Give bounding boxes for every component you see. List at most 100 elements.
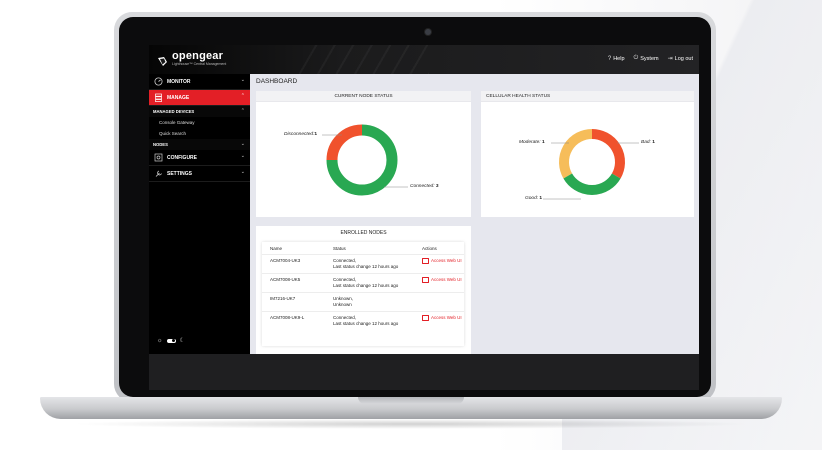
system-label: System: [640, 55, 659, 62]
server-icon: [153, 93, 163, 103]
monitor-icon: [422, 277, 429, 283]
enrolled-nodes-table-wrap: Name Status Actions ACM7004-UK3 Connecte…: [262, 242, 464, 346]
node-status-donut: [322, 124, 408, 196]
sidebar-link-quick-search[interactable]: Quick Search: [149, 128, 250, 139]
access-web-ui-link[interactable]: Access Web UI: [422, 277, 464, 283]
sun-icon: ☼: [157, 337, 163, 344]
node-status: Unknown, Unknown: [333, 296, 354, 307]
sidebar-item-label: MONITOR: [167, 78, 191, 85]
opengear-logo-icon: [157, 54, 168, 66]
top-bar: opengear Lighthouse™ Central Management …: [149, 45, 699, 74]
chevron-down-icon: ⌄: [240, 169, 245, 175]
screen-footer: [149, 354, 699, 390]
node-status: Connected, Last status change 12 hours ag…: [333, 258, 399, 269]
legend-bad: Bad: 1: [641, 140, 655, 145]
sidebar: MONITOR ⌄ MANAGE ⌃ MANAGED DEVICES ⌃ Con…: [149, 74, 250, 354]
chevron-up-icon: ⌃: [240, 108, 245, 114]
camera-icon: [425, 29, 431, 35]
help-label: Help: [613, 55, 625, 62]
section-label: MANAGED DEVICES: [153, 109, 195, 114]
logout-button[interactable]: ⇥ Log out: [667, 55, 693, 63]
donut-segment-good: [563, 173, 621, 195]
access-web-ui-link[interactable]: Access Web UI: [422, 258, 464, 264]
donut-group: [559, 129, 625, 195]
column-header-actions: Actions: [422, 245, 437, 251]
cellular-donut: [543, 129, 639, 200]
sidebar-item-manage[interactable]: MANAGE ⌃: [149, 90, 250, 106]
monitor-icon: [422, 258, 429, 264]
node-name: ACM7008-UK5: [270, 277, 301, 282]
chevron-up-icon: ⌃: [240, 93, 245, 99]
logo-text: opengear Lighthouse™ Central Management: [172, 51, 226, 67]
page-title: DASHBOARD: [256, 78, 298, 85]
node-name: ACM7004-UK3: [270, 258, 301, 263]
enrolled-nodes-card: ENROLLED NODES Name Status Actions ACM70…: [256, 226, 471, 354]
help-button[interactable]: ? Help: [608, 55, 625, 62]
donut-segment-bad: [591, 129, 625, 179]
cellular-health-card: CELLULAR HEALTH STATUS Moderate: 1 Bad: …: [481, 91, 694, 217]
donut-group: [326, 124, 398, 196]
chevron-down-icon: ⌄: [240, 141, 245, 147]
node-name: IM7216-UK7: [270, 296, 296, 301]
node-actions: Access Web UI: [414, 274, 464, 293]
node-status-card: CURRENT NODE STATUS Disconnected:1 Conne…: [256, 91, 471, 217]
table-row: ACM7004-UK3 Connected, Last status change…: [262, 254, 464, 274]
legend-moderate: Moderate: 1: [519, 140, 545, 145]
table-row: IM7216-UK7 Unknown, Unknown: [262, 292, 464, 312]
legend-connected: Connected: 3: [410, 184, 439, 189]
enrolled-nodes-table: Name Status Actions ACM7004-UK3 Connecte…: [262, 242, 464, 331]
topbar-pattern: [299, 45, 429, 74]
main-content: DASHBOARD CURRENT NODE STATUS Disconnect…: [250, 74, 699, 354]
sidebar-item-label: MANAGE: [167, 94, 190, 101]
sidebar-section-managed-devices[interactable]: MANAGED DEVICES ⌃: [149, 106, 250, 117]
configure-icon: [153, 153, 163, 163]
laptop-shadow: [70, 419, 752, 429]
power-icon: ⏻: [633, 55, 639, 61]
donut-segment-disconnected: [326, 124, 363, 161]
sidebar-item-label: CONFIGURE: [167, 154, 197, 161]
link-label: Console Gateway: [159, 120, 195, 125]
logo-subtitle: Lighthouse™ Central Management: [172, 62, 227, 66]
theme-toggle-group: ☼ ☾: [157, 337, 185, 345]
column-header-name: Name: [270, 245, 283, 251]
monitor-icon: [422, 315, 429, 321]
table-row: ACM7008-UK5 Connected, Last status change…: [262, 273, 464, 293]
section-label: NODES: [153, 142, 168, 147]
donut-segment-moderate: [559, 129, 593, 179]
chevron-down-icon: ⌄: [240, 77, 245, 83]
system-button[interactable]: ⏻ System: [634, 55, 659, 62]
node-status: Connected, Last status change 12 hours ag…: [333, 277, 399, 288]
legend-good: Good: 1: [525, 196, 543, 201]
sidebar-link-console-gateway[interactable]: Console Gateway: [149, 117, 250, 128]
screen: opengear Lighthouse™ Central Management …: [149, 45, 699, 390]
node-name: ACM7008-UK9-L: [270, 315, 305, 320]
node-actions: [414, 293, 464, 312]
access-web-ui-link[interactable]: Access Web UI: [422, 315, 464, 321]
node-actions: Access Web UI: [414, 312, 464, 331]
node-status: Connected, Last status change 12 hours ag…: [333, 315, 399, 326]
top-actions: ? Help ⏻ System ⇥ Log out: [608, 55, 693, 62]
link-label: Quick Search: [159, 131, 187, 136]
legend-disconnected: Disconnected:1: [284, 132, 318, 137]
settings-icon: [153, 169, 163, 179]
chevron-down-icon: ⌄: [240, 153, 245, 159]
sidebar-item-configure[interactable]: CONFIGURE ⌄: [149, 150, 250, 166]
moon-icon: ☾: [179, 338, 185, 344]
card-title: ENROLLED NODES: [340, 230, 387, 236]
theme-toggle[interactable]: [166, 338, 176, 343]
sidebar-item-settings[interactable]: SETTINGS ⌄: [149, 166, 250, 182]
sidebar-item-monitor[interactable]: MONITOR ⌄: [149, 74, 250, 90]
laptop-notch: [358, 397, 464, 404]
table-row: ACM7008-UK9-L Connected, Last status chan…: [262, 311, 464, 331]
logout-icon: ⇥: [667, 56, 673, 62]
opengear-logo[interactable]: opengear Lighthouse™ Central Management: [157, 51, 226, 67]
gauge-icon: [153, 77, 163, 87]
help-circle-icon: ?: [607, 55, 612, 62]
table-header-row: Name Status Actions: [262, 242, 464, 255]
sidebar-item-label: SETTINGS: [167, 170, 193, 177]
sidebar-section-nodes[interactable]: NODES ⌄: [149, 139, 250, 150]
node-actions: Access Web UI: [414, 255, 464, 274]
logo-name: opengear: [172, 50, 224, 62]
logout-label: Log out: [674, 55, 693, 62]
column-header-status: Status: [333, 245, 346, 251]
